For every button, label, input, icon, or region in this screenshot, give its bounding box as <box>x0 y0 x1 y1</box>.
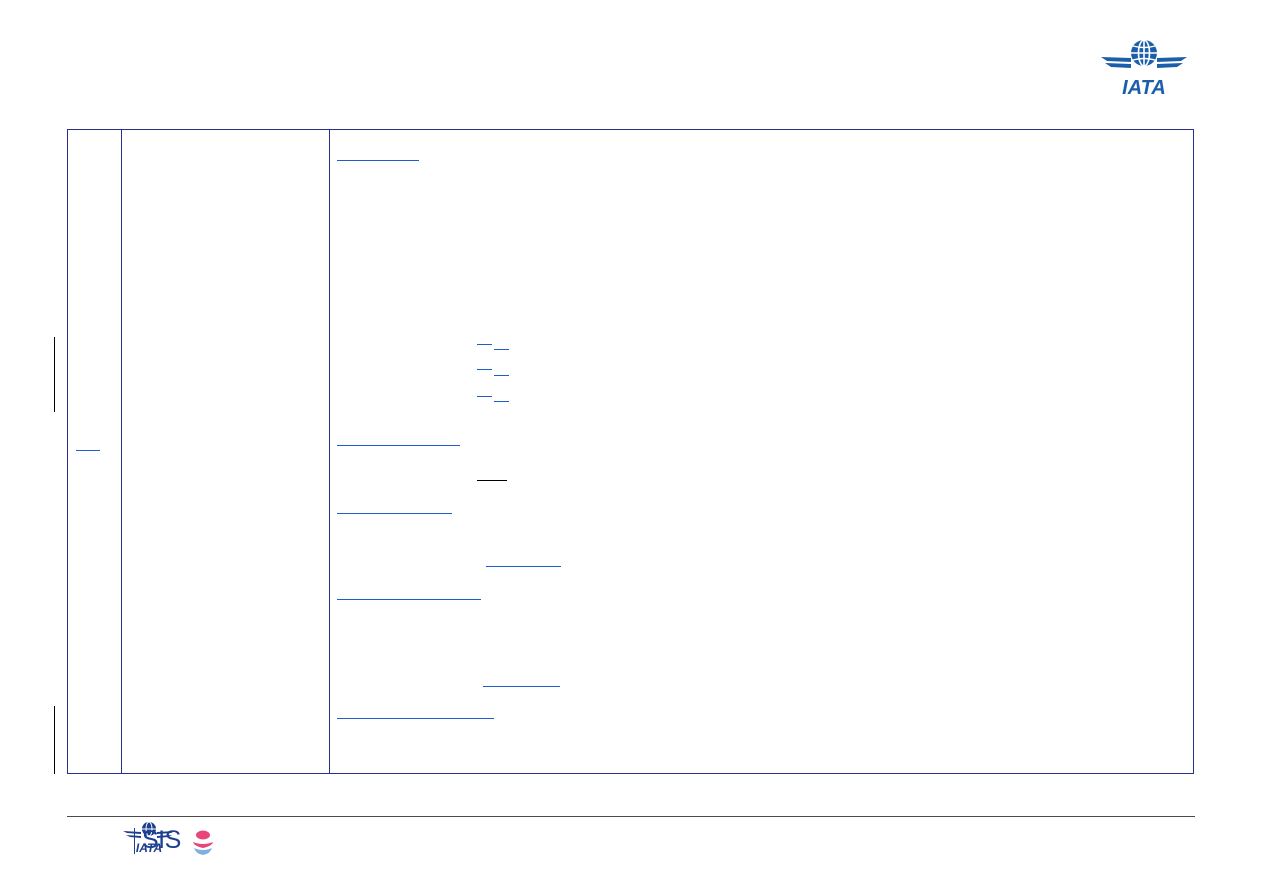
change-bar-upper <box>54 337 55 412</box>
sub-link-3a[interactable] <box>477 396 492 397</box>
change-bar-lower <box>54 706 55 774</box>
inline-underline <box>477 480 507 481</box>
section-link-4[interactable] <box>337 599 481 600</box>
spec-table <box>67 129 1194 774</box>
iata-logo-text: IATA <box>1122 77 1166 98</box>
sub-link-3b[interactable] <box>494 401 509 402</box>
section-link-1[interactable] <box>337 160 419 161</box>
sub-link-1b[interactable] <box>494 349 509 350</box>
section-link-3[interactable] <box>337 513 452 514</box>
footer-product-name: SIS <box>142 826 181 854</box>
sub-link-2b[interactable] <box>494 375 509 376</box>
footer-rule <box>67 816 1195 817</box>
column-divider-1 <box>121 130 122 773</box>
section-link-5[interactable] <box>337 718 494 719</box>
inline-link-2[interactable] <box>483 686 560 687</box>
sub-link-2a[interactable] <box>477 369 492 370</box>
iata-header-logo: IATA <box>1101 39 1187 98</box>
sub-link-1a[interactable] <box>477 344 492 345</box>
column-divider-2 <box>329 130 330 773</box>
section-link-2[interactable] <box>337 445 460 446</box>
inline-link-1[interactable] <box>486 566 561 567</box>
footer-separator <box>134 828 135 854</box>
globe-icon <box>1131 39 1157 67</box>
row-ref-link[interactable] <box>76 450 100 451</box>
sis-globe-icon <box>193 830 213 855</box>
